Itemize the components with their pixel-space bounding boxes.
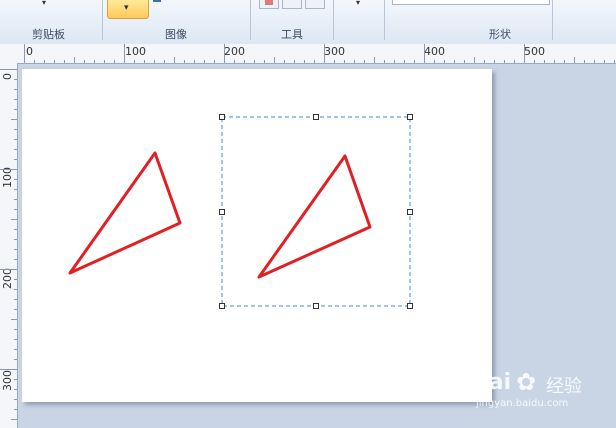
resize-handle-top[interactable]: [313, 114, 319, 120]
watermark-brand-2: 经验: [546, 376, 582, 397]
resize-handle-top-right[interactable]: [407, 114, 413, 120]
resize-handle-bottom[interactable]: [313, 303, 319, 309]
paw-icon: ✿: [516, 368, 537, 396]
baidu-watermark: Bai ✿ 经验 jingyan.baidu.com: [472, 368, 612, 415]
resize-handle-right[interactable]: [407, 209, 413, 215]
resize-handle-bottom-right[interactable]: [407, 303, 413, 309]
watermark-brand: Bai: [472, 370, 512, 395]
resize-handle-top-left[interactable]: [219, 114, 225, 120]
selection-rectangle[interactable]: [221, 116, 411, 307]
resize-handle-bottom-left[interactable]: [219, 303, 225, 309]
canvas-artwork: [68, 114, 413, 309]
triangle-shape-left[interactable]: [68, 151, 182, 275]
triangle-shape-right[interactable]: [257, 154, 372, 279]
selection-handles[interactable]: [219, 114, 413, 309]
watermark-url: jingyan.baidu.com: [476, 398, 569, 409]
resize-handle-left[interactable]: [219, 209, 225, 215]
